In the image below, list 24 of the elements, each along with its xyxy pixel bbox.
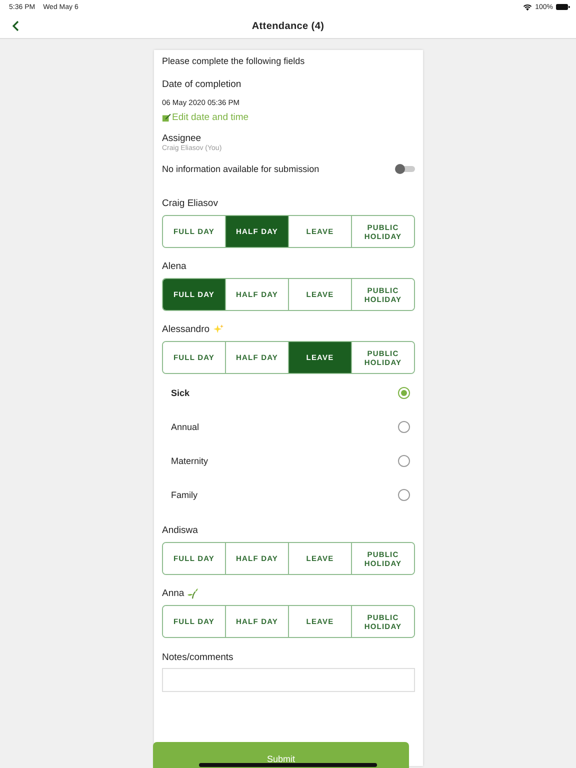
toggle-switch[interactable] [395, 164, 415, 174]
notes-field[interactable] [162, 668, 415, 692]
toggle-label: No information available for submission [162, 164, 320, 174]
radio-button[interactable] [398, 489, 410, 501]
field-label: Date of completion [162, 79, 242, 90]
battery-icon [556, 4, 570, 10]
person-name: Alena [162, 261, 186, 272]
person-name: Anna [162, 588, 184, 599]
field-label: Assignee [162, 133, 202, 144]
leave-type-label: Sick [171, 388, 190, 398]
radio-button[interactable] [398, 421, 410, 433]
wifi-icon [523, 4, 532, 10]
radio-button[interactable] [398, 455, 410, 467]
person-name: Craig Eliasov [162, 198, 218, 209]
page-title: Attendance (4) [252, 20, 324, 32]
person-name: Alessandro [162, 324, 210, 335]
leave-type-label: Family [171, 490, 198, 500]
edit-icon[interactable] [162, 113, 171, 122]
leave-type-label: Annual [171, 422, 200, 432]
intro-text: Please complete the following fields [162, 56, 306, 66]
leave-type-label: Maternity [171, 456, 208, 466]
field-label: Notes/comments [162, 652, 234, 663]
radio-button[interactable] [398, 387, 410, 399]
person-name: Andiswa [162, 525, 198, 536]
